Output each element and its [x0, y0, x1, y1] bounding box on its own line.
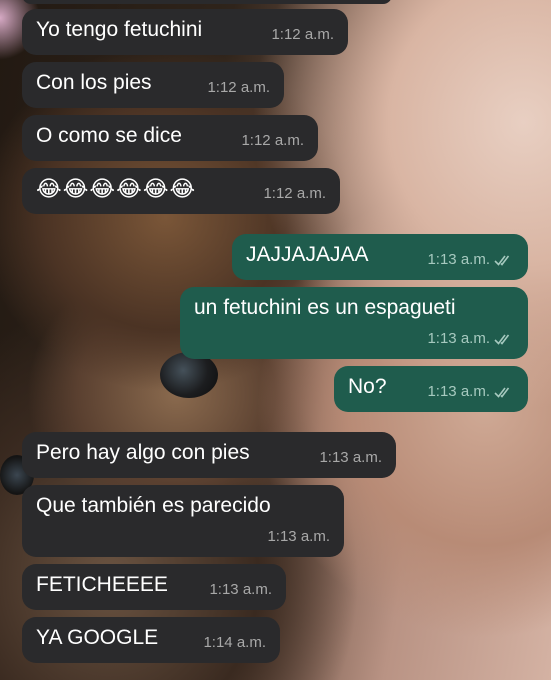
message-time: 1:13 a.m. [209, 581, 272, 598]
message-time: 1:13 a.m. [427, 383, 490, 400]
message-time: 1:12 a.m. [241, 132, 304, 149]
message-text: un fetuchini es un espagueti [194, 296, 456, 319]
message-bubble-outgoing[interactable]: JAJJAJAJAA 1:13 a.m. [232, 234, 528, 280]
message-bubble-outgoing[interactable]: un fetuchini es un espagueti 1:13 a.m. [180, 287, 528, 359]
double-check-icon [494, 334, 510, 345]
message-time: 1:13 a.m. [319, 449, 382, 466]
message-bubble-incoming[interactable]: Con los pies 1:12 a.m. [22, 62, 284, 108]
message-bubble-incoming[interactable]: 😂😂😂😂😂😂 1:12 a.m. [22, 168, 340, 214]
message-time: 1:12 a.m. [263, 185, 326, 202]
message-time: 1:12 a.m. [207, 79, 270, 96]
message-bubble-outgoing[interactable]: No? 1:13 a.m. [334, 366, 528, 412]
message-bubble-incoming[interactable]: YA GOOGLE 1:14 a.m. [22, 617, 280, 663]
message-text: Que también es parecido [36, 494, 271, 517]
message-bubble-incoming[interactable]: Yo tengo fetuchini 1:12 a.m. [22, 9, 348, 55]
message-text: O como se dice [36, 124, 182, 147]
double-check-icon [494, 387, 510, 398]
message-text: Yo tengo fetuchini [36, 18, 203, 41]
message-text: FETICHEEEE [36, 573, 168, 596]
message-text: Con los pies [36, 71, 152, 94]
message-bubble-incoming[interactable]: O como se dice 1:12 a.m. [22, 115, 318, 161]
message-time: 1:13 a.m. [267, 528, 330, 545]
message-text: Pero hay algo con pies [36, 441, 250, 464]
message-text: JAJJAJAJAA [246, 243, 369, 266]
message-time: 1:13 a.m. [427, 251, 490, 268]
message-bubble-incoming[interactable]: Pero hay algo con pies 1:13 a.m. [22, 432, 396, 478]
message-bubble-incoming[interactable]: FETICHEEEE 1:13 a.m. [22, 564, 286, 610]
message-time: 1:12 a.m. [271, 26, 334, 43]
message-bubble-incoming[interactable]: Que también es parecido 1:13 a.m. [22, 485, 344, 557]
message-time: 1:14 a.m. [203, 634, 266, 651]
message-text: 😂😂😂😂😂😂 [36, 176, 197, 201]
message-time: 1:13 a.m. [427, 330, 490, 347]
double-check-icon [494, 255, 510, 266]
message-text: No? [348, 375, 387, 398]
message-bubble-cut [22, 0, 392, 4]
message-text: YA GOOGLE [36, 626, 159, 649]
